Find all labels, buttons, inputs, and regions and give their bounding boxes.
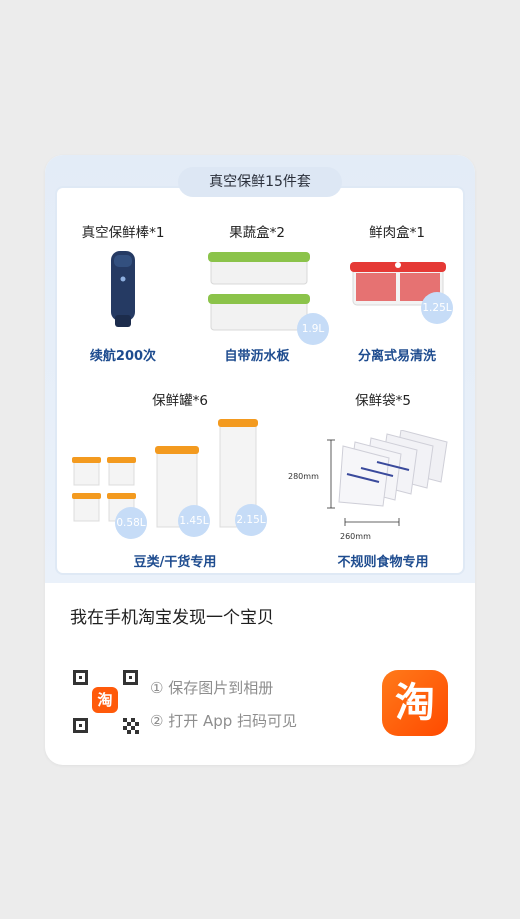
vacuum-pump-image — [111, 251, 135, 327]
item-label-vacuum-pump: 真空保鲜棒*1 — [81, 225, 165, 241]
step-save-image: ① 保存图片到相册 — [150, 679, 274, 697]
capacity-badge-large-canister: 2.15L — [235, 504, 267, 536]
share-headline: 我在手机淘宝发现一个宝贝 — [70, 608, 274, 628]
item-label-veggie-box: 果蔬盒*2 — [229, 225, 285, 241]
item-feature-canisters: 豆类/干货专用 — [133, 555, 217, 570]
share-card: 真空保鲜15件套 真空保鲜棒*1 续航200次 果蔬盒*2 1.9L 自带沥水板… — [45, 155, 475, 765]
capacity-badge-veggie: 1.9L — [297, 313, 329, 345]
product-set-title: 真空保鲜15件套 — [178, 167, 342, 197]
taobao-app-icon[interactable]: 淘 — [382, 670, 448, 736]
product-image[interactable]: 真空保鲜15件套 真空保鲜棒*1 续航200次 果蔬盒*2 1.9L 自带沥水板… — [45, 155, 475, 583]
qr-finder-bottom-left — [73, 718, 88, 733]
qr-taobao-badge-icon: 淘 — [92, 687, 118, 713]
item-feature-bags: 不规则食物专用 — [337, 555, 429, 570]
qr-finder-top-right — [123, 670, 138, 685]
bags-image — [327, 430, 448, 526]
item-label-bags: 保鲜袋*5 — [355, 393, 411, 409]
item-label-canisters: 保鲜罐*6 — [152, 393, 208, 409]
qr-pattern — [123, 718, 139, 734]
capacity-badge-small-canister: 0.58L — [115, 507, 147, 539]
qr-finder-top-left — [73, 670, 88, 685]
item-feature-vacuum-pump: 续航200次 — [89, 349, 157, 364]
item-feature-veggie-box: 自带沥水板 — [224, 349, 290, 364]
capacity-badge-medium-canister: 1.45L — [178, 505, 210, 537]
capacity-badge-meat: 1.25L — [421, 292, 453, 324]
bag-width-dimension: 260mm — [340, 532, 371, 541]
item-label-meat-box: 鲜肉盒*1 — [369, 225, 425, 241]
step-open-app-scan: ② 打开 App 扫码可见 — [150, 712, 298, 730]
bag-height-dimension: 280mm — [288, 472, 319, 481]
item-feature-meat-box: 分离式易清洗 — [357, 349, 436, 364]
